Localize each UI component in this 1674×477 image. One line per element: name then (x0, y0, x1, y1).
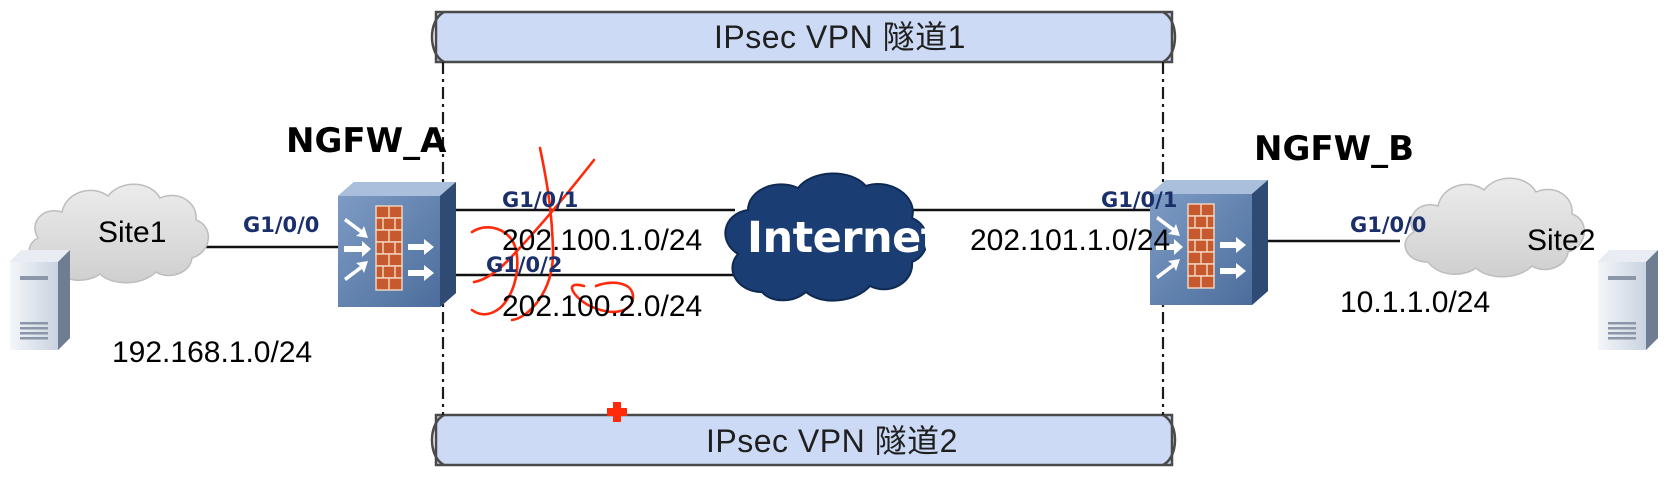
site1-subnet: 192.168.1.0/24 (112, 336, 313, 369)
site2-subnet: 10.1.1.0/24 (1340, 286, 1491, 319)
tunnel-1-label: IPsec VPN 隧道1 (714, 19, 966, 55)
ngfw-a-port-g1-0-2: G1/0/2 (486, 253, 563, 277)
link1-subnet: 202.100.1.0/24 (502, 224, 703, 257)
ngfw-b-port-g1-0-0: G1/0/0 (1350, 213, 1427, 237)
right-wan-subnet: 202.101.1.0/24 (970, 224, 1171, 257)
site1-label: Site1 (98, 216, 167, 249)
internet-label: Internet (747, 213, 941, 263)
ngfw-a-port-g1-0-0: G1/0/0 (243, 213, 320, 237)
site2-label: Site2 (1527, 224, 1596, 257)
site2-server-icon (1598, 250, 1658, 350)
link2-subnet: 202.100.2.0/24 (502, 290, 703, 323)
ngfw-b-title: NGFW_B (1254, 129, 1415, 169)
site1-server-icon (10, 250, 70, 350)
ngfw-a-port-g1-0-1: G1/0/1 (502, 188, 579, 212)
tunnel-2-label: IPsec VPN 隧道2 (706, 423, 958, 459)
ngfw-a-title: NGFW_A (286, 121, 447, 161)
ngfw-b-port-g1-0-1: G1/0/1 (1101, 188, 1178, 212)
ngfw-a-firewall-icon (338, 182, 456, 307)
